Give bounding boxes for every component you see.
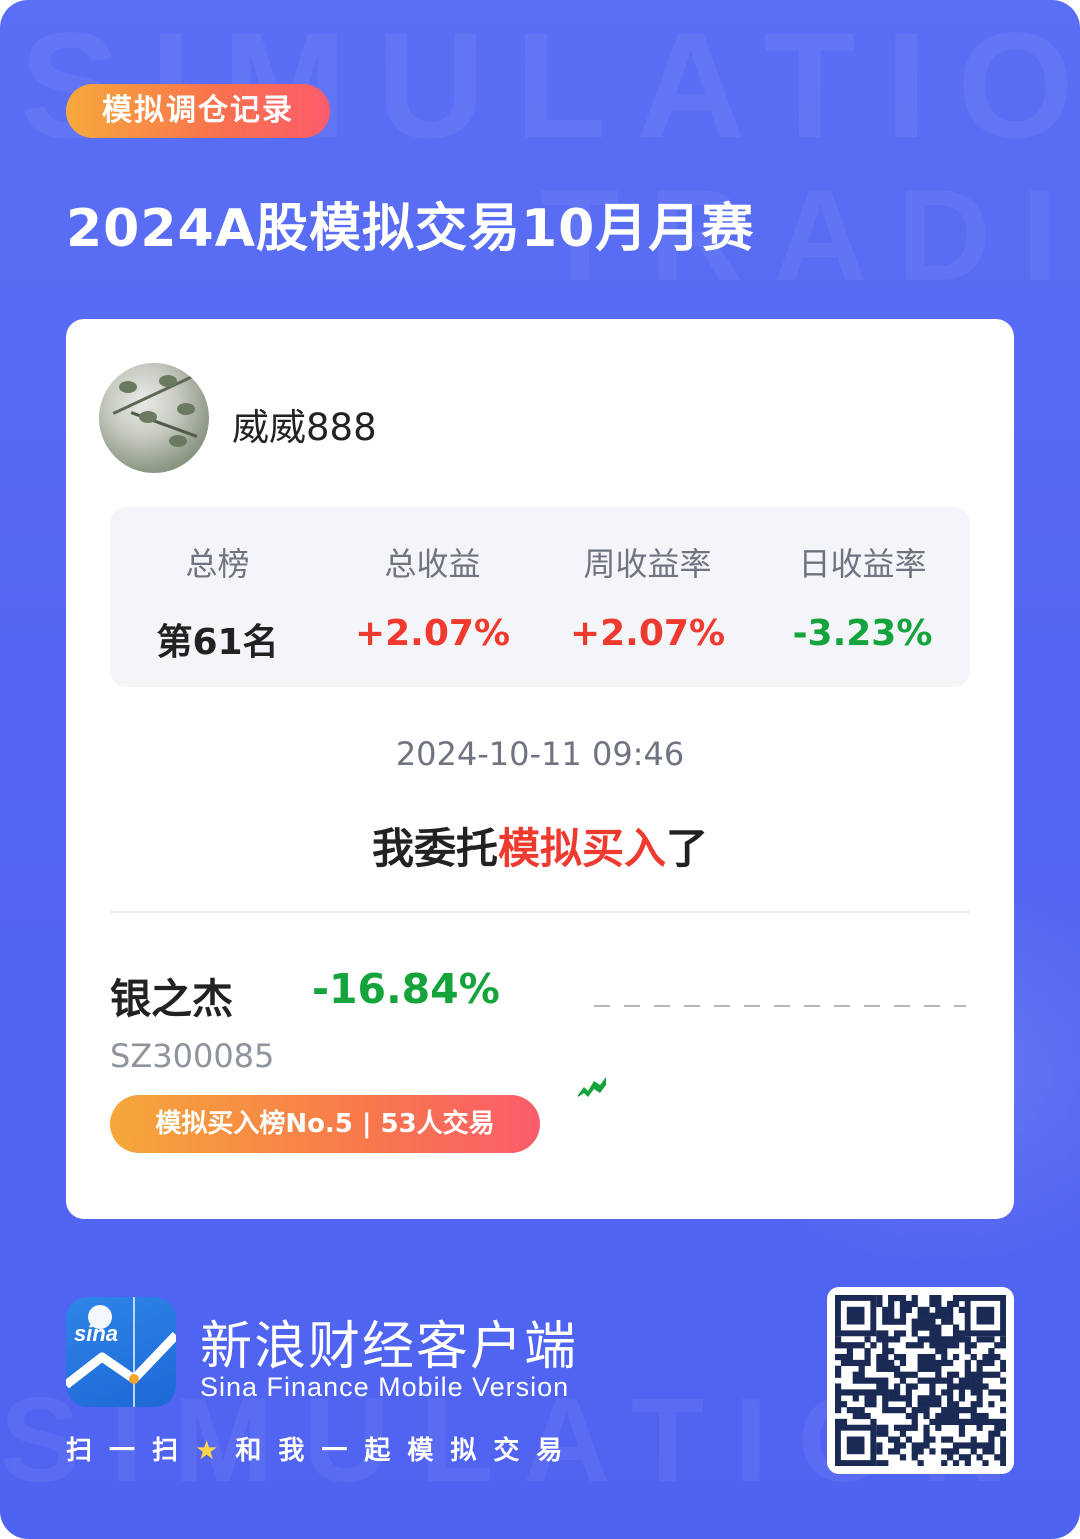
app-name: 新浪财经客户端 <box>200 1317 579 1377</box>
logo-text: sina <box>74 1321 118 1346</box>
stock-change: -16.84% <box>312 965 500 1013</box>
stat-weekly-return: 周收益率 +2.07% <box>540 507 755 687</box>
avatar[interactable] <box>99 363 209 473</box>
stock-code: SZ300085 <box>110 1037 275 1075</box>
app-name-english: Sina Finance Mobile Version <box>200 1372 570 1402</box>
avatar-leaf <box>119 381 137 393</box>
stat-daily-return: 日收益率 -3.23% <box>755 507 970 687</box>
slogan-part2: 和我一起模拟交易 <box>235 1436 580 1466</box>
stat-label: 总榜 <box>185 545 250 583</box>
stat-value: 第61名 <box>156 622 279 663</box>
star-icon: ★ <box>195 1436 236 1466</box>
sina-logo-icon: sina <box>66 1297 176 1407</box>
stat-value: +2.07% <box>569 613 726 654</box>
qr-code[interactable] <box>827 1287 1014 1474</box>
action-prefix: 我委托 <box>371 824 498 873</box>
avatar-leaf <box>169 435 187 447</box>
stat-value: -3.23% <box>792 613 933 654</box>
action-suffix: 了 <box>666 824 709 873</box>
stock-name[interactable]: 银之杰 <box>110 965 233 1025</box>
divider <box>110 911 970 913</box>
trade-action-text: 我委托模拟买入了 <box>66 815 1014 876</box>
action-highlight: 模拟买入 <box>497 824 666 873</box>
avatar-leaf <box>159 375 177 387</box>
avatar-leaf <box>177 403 195 415</box>
stat-label: 周收益率 <box>583 545 712 583</box>
stats-panel: 总榜 第61名 总收益 +2.07% 周收益率 +2.07% 日收益率 -3.2… <box>110 507 970 687</box>
buy-rank-badge[interactable]: 模拟买入榜No.5 | 53人交易 <box>110 1095 540 1153</box>
stat-label: 日收益率 <box>798 545 927 583</box>
stat-value: +2.07% <box>354 613 511 654</box>
stat-label: 总收益 <box>384 545 481 583</box>
slogan-part1: 扫一扫 <box>66 1436 196 1466</box>
stat-total-return: 总收益 +2.07% <box>325 507 540 687</box>
page-title: 2024A股模拟交易10月月赛 <box>66 199 755 259</box>
sina-finance-logo: sina <box>66 1297 176 1407</box>
stat-rank: 总榜 第61名 <box>110 507 325 687</box>
record-type-tag: 模拟调仓记录 <box>66 84 330 138</box>
username[interactable]: 威威888 <box>232 397 377 451</box>
qr-code-icon <box>835 1295 1006 1466</box>
intraday-chart-mark <box>578 1077 606 1097</box>
share-poster: SIMULATION TRADING SIMULATION 模拟调仓记录 202… <box>0 0 1080 1539</box>
trade-card: 威威888 总榜 第61名 总收益 +2.07% 周收益率 +2.07% 日收益… <box>66 319 1014 1219</box>
slogan: 扫一扫★和我一起模拟交易 <box>66 1430 579 1467</box>
intraday-chart-baseline <box>594 1005 966 1007</box>
avatar-leaf <box>139 411 157 423</box>
trade-datetime: 2024-10-11 09:46 <box>395 735 685 773</box>
